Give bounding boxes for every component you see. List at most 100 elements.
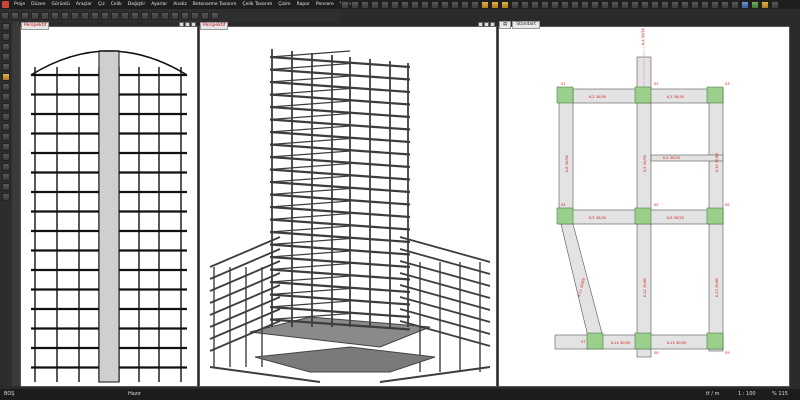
view-icon-8[interactable]: [411, 1, 419, 9]
wireframe-icon[interactable]: [2, 133, 10, 141]
highlight-icon-3[interactable]: [501, 1, 509, 9]
copy-tool-icon[interactable]: [161, 11, 169, 20]
close-icon[interactable]: [490, 22, 495, 27]
menu-item[interactable]: Betonarme Tasarım: [190, 2, 240, 7]
new-file-icon[interactable]: [1, 11, 9, 20]
menu-item[interactable]: Rapor: [294, 2, 313, 7]
pan-icon[interactable]: [2, 53, 10, 61]
elevation-viewport[interactable]: Perspektif: [20, 22, 198, 387]
hide-icon[interactable]: [2, 163, 10, 171]
view-icon-21[interactable]: [571, 1, 579, 9]
zoom-in-icon[interactable]: [2, 33, 10, 41]
column-tool-icon[interactable]: [61, 11, 69, 20]
view-icon-19[interactable]: [551, 1, 559, 9]
slab-tool-icon[interactable]: [81, 11, 89, 20]
stair-tool-icon[interactable]: [131, 11, 139, 20]
undo-icon[interactable]: [41, 11, 49, 20]
open-icon[interactable]: [11, 11, 19, 20]
view-icon-5[interactable]: [381, 1, 389, 9]
view-icon-38[interactable]: [771, 1, 779, 9]
view-icon-34[interactable]: [701, 1, 709, 9]
footing-tool-icon[interactable]: [121, 11, 129, 20]
layers-icon[interactable]: [211, 11, 219, 20]
menu-item[interactable]: Düzen: [28, 2, 48, 7]
menu-item[interactable]: Analiz: [170, 2, 190, 7]
view-icon-10[interactable]: [431, 1, 439, 9]
view-icon-13[interactable]: [461, 1, 469, 9]
save-icon[interactable]: [21, 11, 29, 20]
view-icon-2[interactable]: [351, 1, 359, 9]
rotate-view-icon[interactable]: [2, 63, 10, 71]
menu-item[interactable]: Proje: [11, 2, 28, 7]
view-icon-18[interactable]: [541, 1, 549, 9]
menu-item[interactable]: Ayarlar: [148, 2, 170, 7]
grid-tool-icon[interactable]: [101, 11, 109, 20]
elevation-icon[interactable]: [2, 103, 10, 111]
perspective-viewport[interactable]: Perspektif: [199, 22, 497, 387]
menu-item[interactable]: Çizim: [275, 2, 293, 7]
refresh-icon[interactable]: [2, 183, 10, 191]
view-icon-30[interactable]: [661, 1, 669, 9]
maximize-icon[interactable]: [185, 22, 190, 27]
view-icon-33[interactable]: [691, 1, 699, 9]
view-icon-37[interactable]: [731, 1, 739, 9]
delete-tool-icon[interactable]: [201, 11, 209, 20]
view-icon-24[interactable]: [601, 1, 609, 9]
menu-item[interactable]: Değiştir: [125, 2, 149, 7]
move-tool-icon[interactable]: [171, 11, 179, 20]
tab-plan-icon[interactable]: ▤: [499, 21, 512, 29]
menu-item[interactable]: Celik: [108, 2, 125, 7]
highlight-icon-1[interactable]: [481, 1, 489, 9]
close-icon[interactable]: [191, 22, 196, 27]
view-icon-12[interactable]: [451, 1, 459, 9]
report-icon[interactable]: [761, 1, 769, 9]
beam-tool-icon[interactable]: [71, 11, 79, 20]
plan-viewport[interactable]: ▤ Standart K-1 30/50 S1 S2 S3 K-2 30/50 …: [498, 21, 790, 387]
view-icon-36[interactable]: [721, 1, 729, 9]
view-icon-28[interactable]: [641, 1, 649, 9]
select-tool-icon[interactable]: [2, 23, 10, 31]
view-icon-16[interactable]: [521, 1, 529, 9]
view-icon-15[interactable]: [511, 1, 519, 9]
analysis-icon[interactable]: [751, 1, 759, 9]
measure-icon[interactable]: [2, 83, 10, 91]
view-icon-20[interactable]: [561, 1, 569, 9]
section-icon[interactable]: [2, 93, 10, 101]
text-tool-icon[interactable]: [151, 11, 159, 20]
maximize-icon[interactable]: [484, 22, 489, 27]
view-icon-4[interactable]: [371, 1, 379, 9]
view-icon-9[interactable]: [421, 1, 429, 9]
menu-item[interactable]: Görüntü: [48, 2, 72, 7]
menu-item[interactable]: Araçlar: [73, 2, 95, 7]
view-icon-31[interactable]: [671, 1, 679, 9]
plan-icon[interactable]: [2, 113, 10, 121]
axis-tool-icon[interactable]: [111, 11, 119, 20]
dimension-tool-icon[interactable]: [141, 11, 149, 20]
wall-tool-icon[interactable]: [91, 11, 99, 20]
view-icon-7[interactable]: [401, 1, 409, 9]
view-icon-1[interactable]: [341, 1, 349, 9]
view-icon-22[interactable]: [581, 1, 589, 9]
view-icon-6[interactable]: [391, 1, 399, 9]
menu-item[interactable]: Çiz: [95, 2, 108, 7]
mirror-tool-icon[interactable]: [191, 11, 199, 20]
solid-icon[interactable]: [2, 143, 10, 151]
view-icon-23[interactable]: [591, 1, 599, 9]
view-icon-14[interactable]: [471, 1, 479, 9]
print-icon[interactable]: [31, 11, 39, 20]
view-icon-25[interactable]: [611, 1, 619, 9]
minimize-icon[interactable]: [478, 22, 483, 27]
menu-item[interactable]: Çelik Tasarım: [239, 2, 275, 7]
settings-icon[interactable]: [2, 193, 10, 201]
view-icon-17[interactable]: [531, 1, 539, 9]
tab-standart[interactable]: Standart: [512, 21, 540, 29]
view-icon-26[interactable]: [621, 1, 629, 9]
view-icon-32[interactable]: [681, 1, 689, 9]
rotate-tool-icon[interactable]: [181, 11, 189, 20]
filter-icon[interactable]: [2, 153, 10, 161]
highlight-icon-2[interactable]: [491, 1, 499, 9]
3d-icon[interactable]: [2, 123, 10, 131]
view-icon-27[interactable]: [631, 1, 639, 9]
snap-icon[interactable]: [2, 73, 10, 81]
view-icon-35[interactable]: [711, 1, 719, 9]
